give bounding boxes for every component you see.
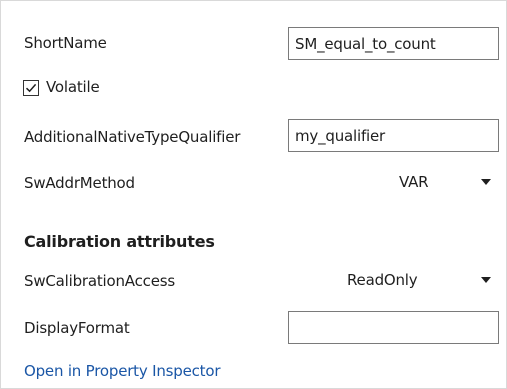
sw-addr-method-label: SwAddrMethod: [24, 174, 135, 192]
checkmark-icon: [25, 83, 37, 93]
additional-native-type-qualifier-label: AdditionalNativeTypeQualifier: [24, 128, 241, 146]
additional-native-type-qualifier-field[interactable]: my_qualifier: [288, 119, 499, 152]
display-format-field[interactable]: [288, 311, 499, 344]
sw-addr-method-dropdown[interactable]: VAR: [389, 166, 500, 199]
display-format-label: DisplayFormat: [24, 319, 130, 337]
sw-addr-method-value: VAR: [399, 173, 429, 191]
short-name-field[interactable]: SM_equal_to_count: [288, 27, 499, 60]
sw-calibration-access-label: SwCalibrationAccess: [24, 272, 175, 290]
properties-panel: ShortName SM_equal_to_count Volatile Add…: [0, 0, 507, 389]
open-property-inspector-link[interactable]: Open in Property Inspector: [24, 362, 220, 380]
short-name-label: ShortName: [24, 34, 107, 52]
sw-calibration-access-dropdown[interactable]: ReadOnly: [339, 264, 500, 297]
volatile-label: Volatile: [46, 78, 100, 96]
volatile-checkbox[interactable]: [23, 80, 39, 96]
sw-calibration-access-value: ReadOnly: [347, 271, 418, 289]
chevron-down-icon: [481, 277, 491, 283]
chevron-down-icon: [481, 179, 491, 185]
calibration-attributes-heading: Calibration attributes: [24, 232, 215, 251]
